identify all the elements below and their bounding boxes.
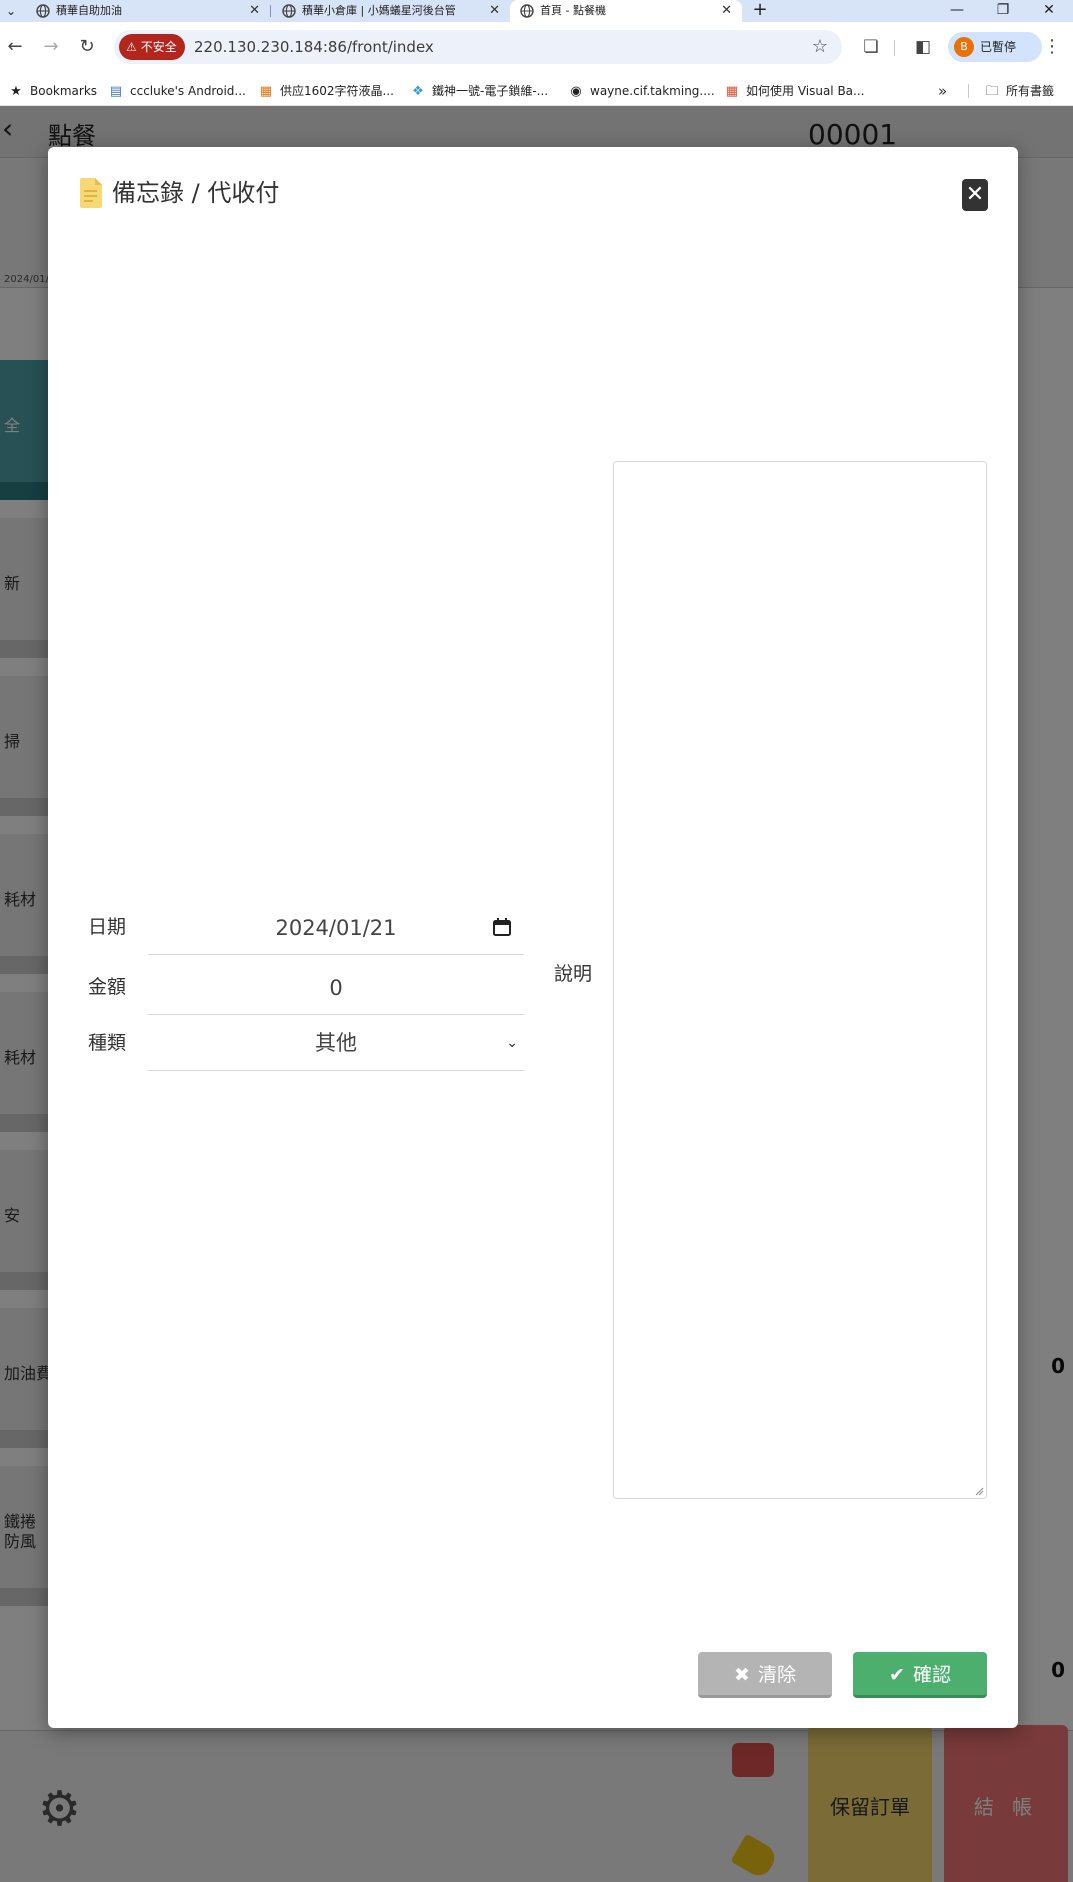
minimize-window-button[interactable]: —	[937, 0, 977, 22]
doc-icon: ▤	[109, 84, 123, 99]
not-secure-badge[interactable]: ⚠ 不安全	[119, 34, 185, 60]
chevron-down-icon: ⌄	[506, 1035, 518, 1051]
close-tab-icon[interactable]: ✕	[249, 0, 260, 22]
star-icon: ★	[10, 84, 22, 99]
side-panel-icon[interactable]: ◧	[908, 32, 938, 62]
type-selected-value: 其他	[315, 1031, 357, 1055]
extensions-puzzle-icon[interactable]: ❏	[856, 32, 886, 62]
date-row: 日期 2024/01/21	[88, 899, 528, 955]
signal-icon: ❖	[412, 84, 424, 99]
globe-icon	[282, 4, 296, 18]
bookmark-item[interactable]: ▦ 供应1602字符液晶...	[258, 76, 394, 106]
address-bar[interactable]: ⚠ 不安全 220.130.230.184:86/front/index ☆	[114, 30, 842, 64]
avatar: B	[954, 37, 974, 57]
amount-label: 金額	[88, 976, 127, 998]
folder-icon: 🗀	[985, 84, 999, 99]
url-text[interactable]: 220.130.230.184:86/front/index	[194, 30, 434, 64]
toolbar-divider	[894, 40, 895, 56]
checkmark-icon: ✔	[889, 1664, 905, 1686]
tab-separator	[270, 5, 271, 17]
type-label: 種類	[88, 1032, 127, 1054]
profile-status-label: 已暫停	[980, 40, 1017, 54]
browser-tab-2[interactable]: 積華小倉庫 | 小媽蟻星河後台管 ✕	[272, 0, 510, 22]
browser-tab-1[interactable]: 積華自助加油 ✕	[26, 0, 270, 22]
bookmark-star-icon[interactable]: ☆	[812, 30, 828, 64]
calendar-icon[interactable]	[492, 917, 512, 937]
amount-row: 金額 0	[88, 959, 528, 1015]
date-input[interactable]: 2024/01/21	[148, 899, 524, 955]
resize-handle-icon[interactable]	[974, 1486, 984, 1496]
date-value: 2024/01/21	[275, 916, 397, 940]
windows-icon: ▦	[725, 84, 739, 99]
tab-title: 積華自助加油	[56, 4, 122, 17]
close-window-button[interactable]: ✕	[1029, 0, 1069, 22]
globe-icon	[36, 4, 50, 18]
note-file-icon	[80, 178, 102, 208]
globe-icon: ◉	[570, 84, 582, 99]
browser-toolbar: ← → ↻ ⚠ 不安全 220.130.230.184:86/front/inde…	[0, 22, 1073, 84]
browser-tab-3-active[interactable]: 首頁 - 點餐機 ✕	[510, 0, 742, 22]
confirm-button[interactable]: ✔ 確認	[853, 1652, 987, 1698]
close-icon[interactable]: ✕	[962, 179, 988, 211]
new-tab-button[interactable]: +	[748, 0, 772, 22]
bookmarks-divider	[968, 84, 969, 98]
close-tab-icon[interactable]: ✕	[489, 0, 500, 22]
more-bookmarks-chevron-icon[interactable]: »	[938, 76, 947, 106]
restore-window-button[interactable]: ❐	[983, 0, 1023, 22]
bookmark-item[interactable]: ◉ wayne.cif.takming....	[568, 76, 714, 106]
globe-icon	[520, 4, 534, 18]
bookmark-item[interactable]: ▤ cccluke's Android...	[108, 76, 246, 106]
forward-arrow-icon[interactable]: →	[36, 32, 66, 62]
back-arrow-icon[interactable]: ←	[0, 32, 30, 62]
warning-triangle-icon: ⚠	[126, 40, 137, 54]
bookmarks-bar: ★ Bookmarks ▤ cccluke's Android... ▦ 供应1602…	[0, 76, 1073, 106]
not-secure-label: 不安全	[140, 40, 177, 54]
description-textarea[interactable]	[613, 461, 987, 1499]
description-label: 說明	[554, 963, 593, 985]
clear-label: 清除	[757, 1664, 796, 1686]
amount-input[interactable]: 0	[148, 959, 524, 1015]
bookmark-item[interactable]: ▦ 如何使用 Visual Ba...	[724, 76, 865, 106]
bookmark-item[interactable]: ❖ 鐵神一號-電子鎖維-...	[410, 76, 548, 106]
dialog-title: 備忘錄 / 代收付	[112, 179, 280, 207]
tab-search-chevron-icon[interactable]: ⌄	[2, 2, 20, 20]
kebab-menu-icon[interactable]: ⋮	[1038, 32, 1066, 62]
x-icon: ✖	[734, 1664, 750, 1686]
type-select[interactable]: 其他 ⌄	[148, 1015, 524, 1071]
bookmark-item[interactable]: ★ Bookmarks	[8, 76, 97, 106]
tab-title: 首頁 - 點餐機	[540, 4, 606, 17]
type-row: 種類 其他 ⌄	[88, 1015, 528, 1071]
reload-icon[interactable]: ↻	[72, 32, 102, 62]
confirm-label: 確認	[912, 1664, 951, 1686]
shop-icon: ▦	[259, 84, 273, 99]
close-tab-icon[interactable]: ✕	[721, 0, 732, 22]
tab-title: 積華小倉庫 | 小媽蟻星河後台管	[302, 4, 456, 17]
tab-strip: ⌄ 積華自助加油 ✕ 積華小倉庫 | 小媽蟻星河後台管 ✕ 首頁 - 點餐機 ✕…	[0, 0, 1073, 22]
all-bookmarks-folder[interactable]: 🗀 所有書籤	[984, 76, 1054, 106]
clear-button[interactable]: ✖ 清除	[698, 1652, 832, 1698]
memo-collection-dialog: 備忘錄 / 代收付 ✕ 日期 2024/01/21 金額 0 種類 其他 ⌄ 說…	[48, 147, 1018, 1728]
profile-button[interactable]: B 已暫停	[948, 32, 1042, 62]
date-label: 日期	[88, 916, 127, 938]
